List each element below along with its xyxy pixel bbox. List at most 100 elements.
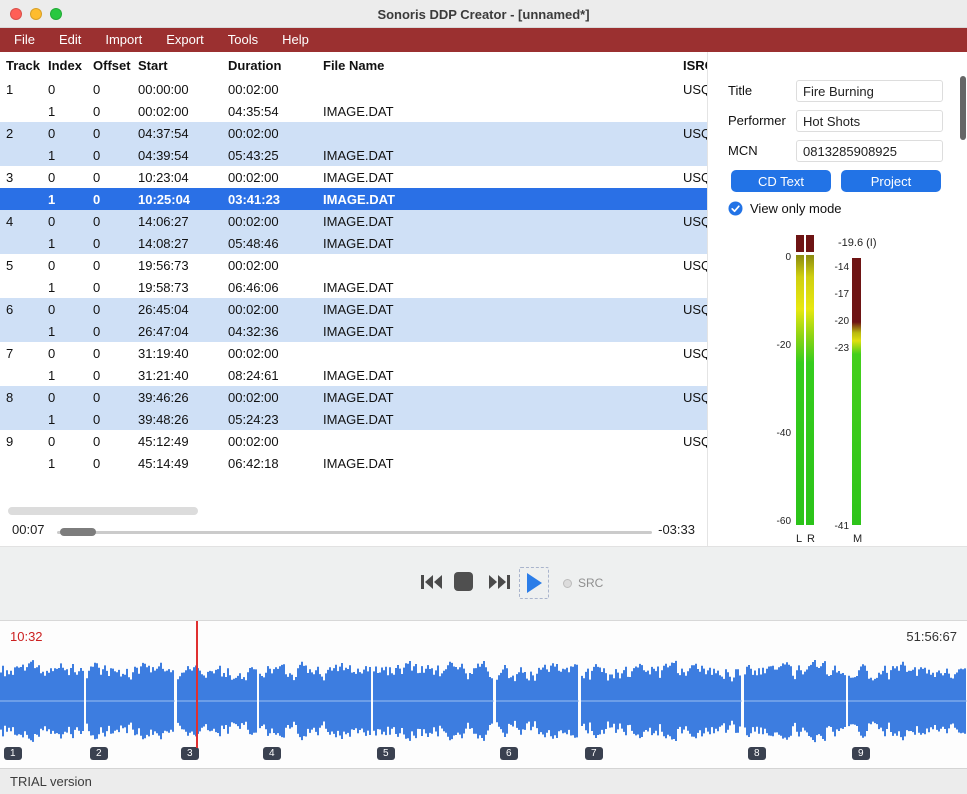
remaining-time: -03:33 [658, 522, 695, 537]
title-field[interactable] [796, 80, 943, 102]
meter-mono-bar [852, 258, 861, 525]
track-badge-8[interactable]: 8 [748, 747, 766, 760]
table-cell: 0 [87, 82, 132, 97]
panel-scrollbar[interactable] [960, 76, 966, 140]
waveform-track-3[interactable] [177, 655, 257, 747]
column-header-duration[interactable]: Duration [222, 58, 317, 73]
table-cell: 19:56:73 [132, 258, 222, 273]
column-header-index[interactable]: Index [42, 58, 87, 73]
table-row[interactable]: 20004:37:5400:02:00USQ [0, 122, 707, 144]
m-scale-label: -20 [835, 316, 849, 328]
column-header-file-name[interactable]: File Name [317, 58, 677, 73]
seek-slider-track[interactable] [57, 531, 652, 534]
lr-scale-label: -20 [777, 340, 791, 352]
meter-right-bar [806, 255, 814, 525]
track-badge-7[interactable]: 7 [585, 747, 603, 760]
meter-left-bar [796, 255, 804, 525]
table-cell: 8 [0, 390, 42, 405]
main-content: TrackIndexOffsetStartDurationFile NameIS… [0, 52, 967, 546]
menu-item-file[interactable]: File [2, 28, 47, 52]
table-row[interactable]: 90045:12:4900:02:00USQ [0, 430, 707, 452]
table-cell: 00:02:00 [222, 390, 317, 405]
table-cell: 0 [87, 104, 132, 119]
table-row[interactable]: 70031:19:4000:02:00USQ [0, 342, 707, 364]
table-row[interactable]: 60026:45:0400:02:00IMAGE.DATUSQ [0, 298, 707, 320]
table-cell: IMAGE.DAT [317, 390, 677, 405]
table-cell: USQ [677, 346, 707, 361]
table-cell: 0 [87, 412, 132, 427]
menu-item-export[interactable]: Export [154, 28, 216, 52]
table-cell: IMAGE.DAT [317, 170, 677, 185]
menu-item-edit[interactable]: Edit [47, 28, 93, 52]
table-row[interactable]: 80039:46:2600:02:00IMAGE.DATUSQ [0, 386, 707, 408]
previous-track-button[interactable] [420, 573, 444, 594]
table-cell: IMAGE.DAT [317, 302, 677, 317]
waveform-track-6[interactable] [496, 655, 579, 747]
table-cell: 00:00:00 [132, 82, 222, 97]
waveform-track-8[interactable] [744, 655, 846, 747]
table-cell: 9 [0, 434, 42, 449]
table-row[interactable]: 1039:48:2605:24:23IMAGE.DAT [0, 408, 707, 430]
track-badge-2[interactable]: 2 [90, 747, 108, 760]
track-badge-5[interactable]: 5 [377, 747, 395, 760]
table-cell: 45:14:49 [132, 456, 222, 471]
mcn-field[interactable] [796, 140, 943, 162]
view-only-toggle[interactable]: View only mode [728, 201, 842, 216]
table-row[interactable]: 1014:08:2705:48:46IMAGE.DAT [0, 232, 707, 254]
meter-right-peak-cap [806, 235, 814, 252]
meter-right-label: R [807, 533, 815, 545]
table-row[interactable]: 1026:47:0404:32:36IMAGE.DAT [0, 320, 707, 342]
table-cell: 0 [87, 126, 132, 141]
track-badge-6[interactable]: 6 [500, 747, 518, 760]
table-row[interactable]: 1000:02:0004:35:54IMAGE.DAT [0, 100, 707, 122]
column-header-isrc[interactable]: ISRC [677, 58, 707, 73]
table-row[interactable]: 1010:25:0403:41:23IMAGE.DAT [0, 188, 707, 210]
cd-text-button[interactable]: CD Text [731, 170, 831, 192]
table-row[interactable]: 40014:06:2700:02:00IMAGE.DATUSQ [0, 210, 707, 232]
track-badge-9[interactable]: 9 [852, 747, 870, 760]
waveform-track-4[interactable] [259, 655, 371, 747]
table-cell: 04:37:54 [132, 126, 222, 141]
menu-item-help[interactable]: Help [270, 28, 321, 52]
table-row[interactable]: 30010:23:0400:02:00IMAGE.DATUSQ [0, 166, 707, 188]
performer-field[interactable] [796, 110, 943, 132]
waveform-track-9[interactable] [848, 655, 967, 747]
track-badge-1[interactable]: 1 [4, 747, 22, 760]
seek-slider-thumb[interactable] [60, 528, 96, 536]
table-row[interactable]: 10000:00:0000:02:00USQ [0, 78, 707, 100]
waveform-track-1[interactable] [0, 655, 84, 747]
table-cell: IMAGE.DAT [317, 324, 677, 339]
table-cell: 0 [87, 324, 132, 339]
horizontal-scrollbar[interactable] [8, 507, 198, 515]
column-header-offset[interactable]: Offset [87, 58, 132, 73]
menu-item-import[interactable]: Import [93, 28, 154, 52]
table-row[interactable]: 1045:14:4906:42:18IMAGE.DAT [0, 452, 707, 474]
table-cell: 1 [42, 104, 87, 119]
table-row[interactable]: 50019:56:7300:02:00USQ [0, 254, 707, 276]
table-cell: 14:08:27 [132, 236, 222, 251]
stop-button[interactable] [453, 571, 474, 595]
waveform-track-2[interactable] [86, 655, 175, 747]
table-cell: 39:46:26 [132, 390, 222, 405]
table-row[interactable]: 1004:39:5405:43:25IMAGE.DAT [0, 144, 707, 166]
waveform-track-7[interactable] [581, 655, 742, 747]
playhead[interactable] [196, 621, 198, 748]
table-cell: 3 [0, 170, 42, 185]
track-badge-4[interactable]: 4 [263, 747, 281, 760]
play-button[interactable] [519, 567, 549, 599]
project-button[interactable]: Project [841, 170, 941, 192]
waveform-strip[interactable] [0, 655, 967, 747]
app-window: Sonoris DDP Creator - [unnamed*] FileEdi… [0, 0, 967, 794]
track-table: TrackIndexOffsetStartDurationFile NameIS… [0, 52, 707, 546]
next-track-button[interactable] [487, 573, 511, 594]
column-header-track[interactable]: Track [0, 58, 42, 73]
column-header-start[interactable]: Start [132, 58, 222, 73]
menu-item-tools[interactable]: Tools [216, 28, 270, 52]
m-scale-label: -14 [835, 262, 849, 274]
waveform-track-5[interactable] [373, 655, 494, 747]
track-badge-3[interactable]: 3 [181, 747, 199, 760]
table-row[interactable]: 1031:21:4008:24:61IMAGE.DAT [0, 364, 707, 386]
table-row[interactable]: 1019:58:7306:46:06IMAGE.DAT [0, 276, 707, 298]
table-cell: USQ [677, 214, 707, 229]
table-cell: 0 [42, 258, 87, 273]
